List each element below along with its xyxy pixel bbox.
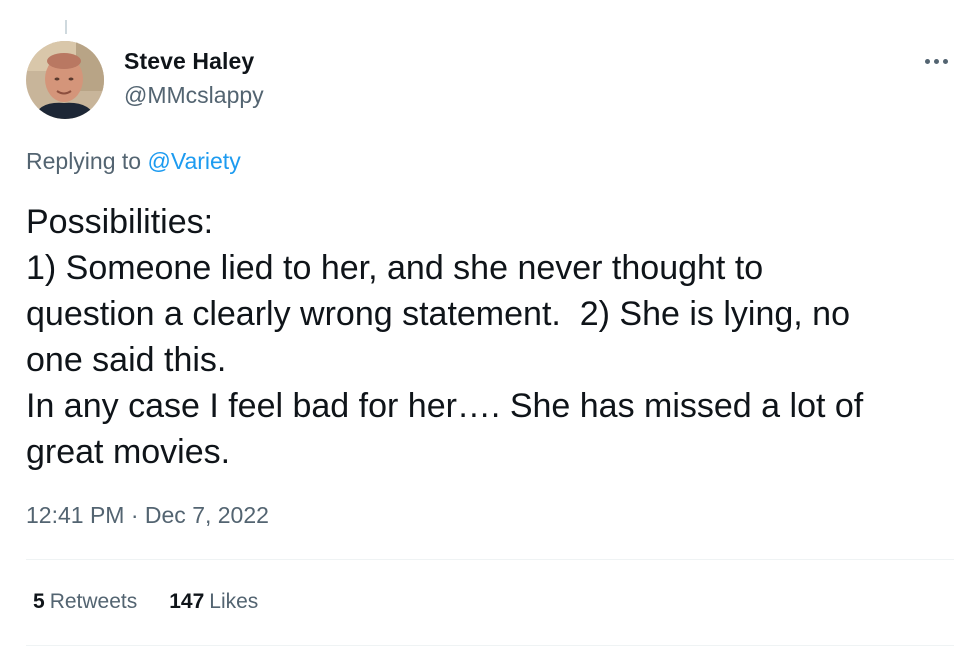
divider xyxy=(26,645,954,646)
retweets-count: 5 xyxy=(33,590,45,613)
likes-count: 147 xyxy=(169,590,205,613)
tweet-text: Possibilities: 1) Someone lied to her, a… xyxy=(26,199,961,475)
replying-to: Replying to @Variety xyxy=(26,148,241,175)
tweet-text-line: one said this. xyxy=(26,341,227,379)
retweets-label: Retweets xyxy=(49,590,138,613)
tweet-text-line: In any case I feel bad for her…. She has… xyxy=(26,387,864,425)
avatar[interactable] xyxy=(26,41,104,119)
tweet-text-line: great movies. xyxy=(26,433,231,471)
likes-label: Likes xyxy=(209,590,259,613)
more-horizontal-icon[interactable] xyxy=(916,44,956,78)
dot xyxy=(942,58,948,64)
engagement-stats: 5 Retweets 147 Likes xyxy=(33,590,258,614)
tweet-text-line: question a clearly wrong statement. 2) S… xyxy=(26,295,850,333)
tweet-text-line: Possibilities: xyxy=(26,203,214,241)
replying-prefix: Replying to xyxy=(26,148,142,174)
tweet-date: Dec 7, 2022 xyxy=(144,502,269,528)
replying-to-mention-link[interactable]: @Variety xyxy=(147,148,240,174)
tweet-text-line: 1) Someone lied to her, and she never th… xyxy=(26,249,764,287)
author-name[interactable]: Steve Haley xyxy=(124,48,254,75)
author-handle[interactable]: @MMcslappy xyxy=(124,82,264,109)
tweet-timestamp[interactable]: 12:41 PM · Dec 7, 2022 xyxy=(26,502,269,529)
avatar-image xyxy=(26,41,104,119)
meta-separator: · xyxy=(130,502,139,528)
dot xyxy=(933,58,939,64)
likes-stat[interactable]: 147 Likes xyxy=(169,590,258,614)
tweet-time: 12:41 PM xyxy=(26,502,125,528)
divider xyxy=(26,559,954,560)
dot xyxy=(924,58,930,64)
retweets-stat[interactable]: 5 Retweets xyxy=(33,590,137,614)
thread-connector-line xyxy=(65,20,67,34)
